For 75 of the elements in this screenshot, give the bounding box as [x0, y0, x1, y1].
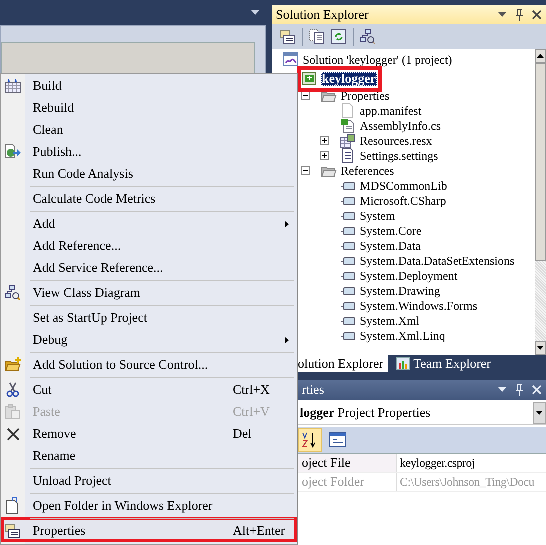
- sort-alphabetical-button[interactable]: [298, 428, 322, 452]
- tree-item[interactable]: System: [359, 208, 396, 222]
- menu-item[interactable]: Properties Alt+Enter: [1, 517, 297, 542]
- settings-icon: [340, 148, 356, 164]
- tree-item[interactable]: Microsoft.CSharp: [359, 194, 448, 208]
- refresh-icon[interactable]: [331, 28, 347, 44]
- scroll-up-icon[interactable]: [537, 54, 544, 58]
- expand-icon[interactable]: [320, 151, 329, 160]
- scrollbar[interactable]: [535, 49, 546, 355]
- property-pages-icon: [329, 432, 347, 448]
- resources-icon: [340, 132, 356, 148]
- menu-item[interactable]: Debug: [1, 329, 297, 351]
- submenu-arrow-icon: [285, 336, 289, 344]
- class-diagram-icon: [5, 285, 21, 301]
- menu-item[interactable]: Open Folder in Windows Explorer: [1, 492, 297, 517]
- menu-item[interactable]: Cut Ctrl+X: [1, 376, 297, 401]
- folder-add-icon: [4, 357, 22, 373]
- properties-icon[interactable]: [280, 28, 296, 44]
- menu-item[interactable]: Add Reference...: [1, 235, 297, 257]
- menu-item[interactable]: Publish...: [1, 141, 297, 163]
- publish-icon: [5, 144, 21, 160]
- dropdown-icon[interactable]: [536, 411, 543, 415]
- chart-icon: [396, 357, 410, 370]
- collapse-icon[interactable]: [301, 166, 310, 175]
- collapse-icon[interactable]: [301, 91, 310, 100]
- property-value: keylogger.csproj: [399, 454, 476, 472]
- menu-item[interactable]: Rebuild: [1, 97, 297, 119]
- menu-item[interactable]: Run Code Analysis: [1, 163, 297, 185]
- class-diagram-icon[interactable]: [360, 28, 376, 44]
- tree-item[interactable]: System.Windows.Forms: [359, 298, 479, 312]
- close-icon[interactable]: [532, 10, 542, 20]
- dropdown-icon[interactable]: [251, 10, 260, 15]
- panel-title: Solution Explorer: [276, 6, 369, 22]
- tree-item[interactable]: Solution 'keylogger' (1 project): [302, 52, 454, 66]
- tree-item[interactable]: Settings.settings: [359, 148, 440, 162]
- pin-icon[interactable]: [515, 8, 524, 20]
- tree-item[interactable]: MDSCommonLib: [359, 178, 448, 192]
- properties-icon: [5, 523, 21, 539]
- expand-icon[interactable]: [320, 136, 329, 145]
- build-icon: [5, 79, 21, 93]
- menu-item[interactable]: Build: [1, 75, 297, 97]
- tree-item[interactable]: System.Core: [359, 224, 423, 238]
- tree-item[interactable]: System.Deployment: [359, 268, 459, 282]
- tree-item[interactable]: System.Data: [359, 238, 422, 252]
- tree-item[interactable]: System.Xml.Linq: [359, 328, 446, 342]
- document-icon: [6, 497, 20, 515]
- file-icon: [340, 102, 356, 118]
- tree-item[interactable]: System.Data.DataSetExtensions: [359, 254, 516, 268]
- code-icon: [340, 118, 356, 134]
- tree-item[interactable]: Resources.resx: [359, 134, 434, 148]
- menu-item[interactable]: View Class Diagram: [1, 279, 297, 304]
- tree-item[interactable]: System.Xml: [359, 314, 421, 328]
- scissors-icon: [6, 382, 20, 398]
- menu-item[interactable]: Add: [1, 210, 297, 235]
- show-all-files-icon[interactable]: [309, 28, 325, 44]
- tree-item[interactable]: Properties: [340, 88, 391, 102]
- tree-item[interactable]: System.Drawing: [359, 284, 442, 298]
- tree-item[interactable]: AssemblyInfo.cs: [359, 118, 442, 132]
- menu-item[interactable]: Calculate Code Metrics: [1, 185, 297, 210]
- menu-item[interactable]: Clean: [1, 119, 297, 141]
- submenu-arrow-icon: [285, 220, 289, 228]
- property-value: C:\Users\Johnson_Ting\Docu: [399, 474, 536, 491]
- tree-item[interactable]: keylogger: [321, 72, 378, 86]
- project-icon: [302, 70, 318, 86]
- remove-icon: [6, 428, 20, 440]
- menu-item[interactable]: Remove Del: [1, 423, 297, 445]
- panel-tab[interactable]: Team Explorer: [388, 355, 495, 372]
- dropdown-icon[interactable]: [498, 12, 507, 18]
- scroll-down-icon[interactable]: [537, 346, 544, 350]
- tree-item[interactable]: References: [340, 164, 396, 178]
- menu-item[interactable]: Set as StartUp Project: [1, 304, 297, 329]
- menu-item[interactable]: Add Service Reference...: [1, 257, 297, 279]
- panel-title: rties: [302, 382, 324, 398]
- clipboard-icon: [5, 404, 21, 420]
- tree-item[interactable]: app.manifest: [359, 104, 423, 118]
